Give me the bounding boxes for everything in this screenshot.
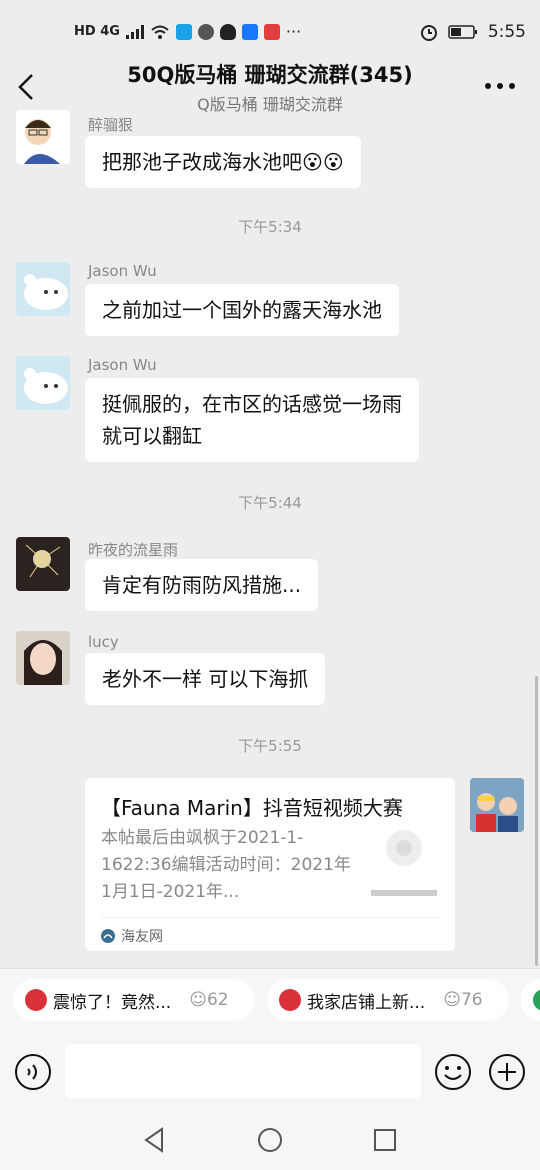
avatar[interactable] (16, 537, 70, 591)
message-line: 挺佩服的，在市区的话感觉一场雨 (102, 392, 402, 416)
wifi-icon (151, 25, 169, 39)
more-options-icon[interactable] (482, 69, 518, 99)
app-notification-icon (197, 23, 214, 40)
card-thumbnail (371, 830, 437, 896)
my-avatar[interactable] (470, 778, 524, 832)
suggestion-count: ☺76 (443, 990, 483, 1010)
message-bubble[interactable]: 肯定有防雨防风措施... (85, 559, 319, 611)
group-subtitle: Q版马桶 珊瑚交流群 (197, 95, 343, 114)
app-notification-icon (175, 23, 192, 40)
suggestion-chip[interactable]: 我家店铺上新... ☺76 (267, 979, 509, 1021)
status-icons-right: 5:55 (420, 22, 526, 42)
back-icon[interactable] (12, 67, 42, 107)
alipay-icon (241, 23, 258, 40)
message-bubble[interactable]: 把那池子改成海水池吧😮😮 (85, 136, 361, 188)
signal-icon (125, 24, 144, 39)
message-bubble[interactable]: 老外不一样 可以下海抓 (85, 653, 326, 705)
scrollbar[interactable] (535, 676, 538, 966)
avatar[interactable] (16, 631, 70, 685)
system-nav-bar (0, 1113, 540, 1170)
timestamp: 下午5:44 (238, 494, 302, 512)
clock: 5:55 (487, 22, 526, 42)
battery-icon (448, 25, 477, 39)
hot-topic-icon (25, 989, 47, 1011)
app-notification-icon (263, 23, 280, 40)
sender-name: Jason Wu (88, 356, 157, 374)
avatar[interactable] (16, 356, 70, 410)
more-notifications-icon: ··· (285, 22, 302, 41)
nav-back-icon[interactable] (140, 1125, 170, 1155)
card-description: 本帖最后由飒枫于2021-1-1622:36编辑活动时间：2021年1月1日-2… (101, 828, 351, 902)
emoji-icon[interactable] (434, 1053, 472, 1091)
network-indicator: HD 4G (74, 24, 120, 39)
chat-header: 50Q版马桶 珊瑚交流群(345) Q版马桶 珊瑚交流群 (0, 55, 540, 119)
qq-icon (219, 23, 236, 40)
status-icons-left: HD 4G ··· (74, 22, 301, 41)
suggestion-label: 震惊了！竟然... (53, 992, 172, 1013)
card-source: 海友网 (101, 917, 439, 946)
suggestion-chip[interactable]: 震惊了！竟然... ☺62 (13, 979, 255, 1021)
message-line: 就可以翻缸 (102, 424, 202, 448)
hot-topic-icon (533, 989, 540, 1011)
suggestion-label: 我家店铺上新... (307, 992, 426, 1013)
timestamp: 下午5:34 (238, 218, 302, 236)
alarm-icon (420, 25, 437, 41)
status-bar: HD 4G ··· 5:55 (0, 0, 540, 60)
sender-name: 昨夜的流星雨 (88, 541, 179, 559)
plus-icon[interactable] (488, 1053, 526, 1091)
source-logo-icon (101, 929, 115, 943)
timestamp: 下午5:55 (238, 737, 302, 755)
sender-name: lucy (88, 633, 119, 651)
message-bubble[interactable]: 挺佩服的，在市区的话感觉一场雨 就可以翻缸 (85, 378, 419, 462)
avatar[interactable] (16, 262, 70, 316)
suggestion-chip[interactable] (521, 979, 540, 1021)
message-bubble[interactable]: 之前加过一个国外的露天海水池 (85, 284, 399, 336)
card-source-name: 海友网 (121, 929, 163, 945)
sender-name: Jason Wu (88, 262, 157, 280)
suggestion-bar: 震惊了！竟然... ☺62 我家店铺上新... ☺76 (0, 968, 540, 1031)
card-title: 【Fauna Marin】抖音短视频大赛 (101, 796, 403, 820)
shared-link-card[interactable]: 【Fauna Marin】抖音短视频大赛 本帖最后由飒枫于2021-1-1622… (85, 778, 455, 951)
avatar[interactable] (16, 110, 70, 164)
message-input[interactable] (65, 1044, 421, 1098)
hot-topic-icon (279, 989, 301, 1011)
group-title: 50Q版马桶 珊瑚交流群(345) (127, 63, 413, 87)
suggestion-count: ☺62 (189, 990, 229, 1010)
input-bar (0, 1031, 540, 1113)
voice-icon[interactable] (14, 1053, 52, 1091)
nav-home-icon[interactable] (255, 1125, 285, 1155)
sender-name: 醉骝狠 (88, 116, 134, 134)
nav-recents-icon[interactable] (370, 1125, 400, 1155)
